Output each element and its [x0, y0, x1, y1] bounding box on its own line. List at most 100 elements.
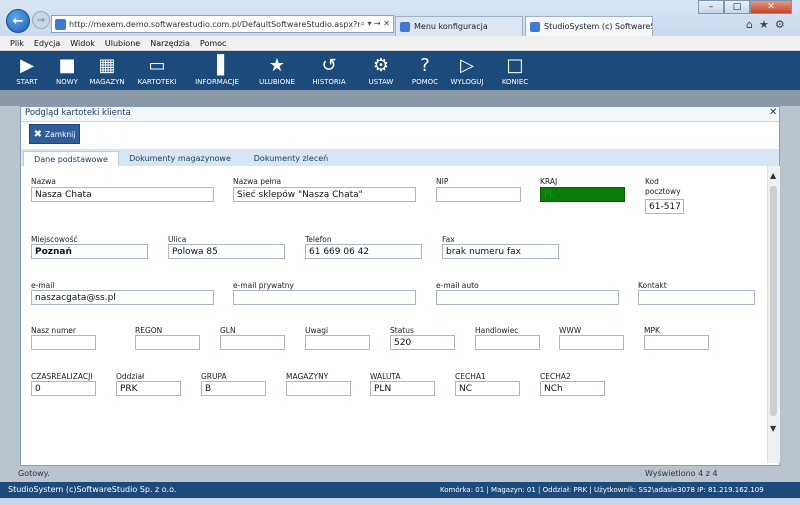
email-prywatny-field[interactable]: [233, 290, 416, 305]
close-icon: ✖: [33, 128, 43, 140]
logout-icon: ▷: [460, 55, 474, 76]
mpk-label: MPK: [644, 326, 660, 335]
toolbar-button-label: KARTOTEKI: [137, 78, 177, 86]
oddzial-field[interactable]: PRK: [116, 381, 181, 396]
toolbar-button-pomoc[interactable]: ? POMOC: [404, 51, 446, 86]
menu-bar: Plik Edycja Widok Ulubione Narzędzia Pom…: [0, 36, 800, 51]
nazwa-label: Nazwa: [31, 177, 56, 186]
toolbar-button-wyloguj[interactable]: ▷ WYLOGUJ: [446, 51, 488, 86]
toolbar-button-magazyn[interactable]: ▦ MAGAZYN: [86, 51, 128, 86]
ulica-label: Ulica: [168, 235, 187, 244]
window-controls: – □ ✕: [698, 0, 792, 16]
email-field[interactable]: naszacgata@ss.pl: [31, 290, 214, 305]
tab-dokumenty-magazynowe[interactable]: Dokumenty magazynowe: [123, 151, 237, 166]
toolbar-button-koniec[interactable]: □ KONIEC: [494, 51, 536, 86]
grupa-label: GRUPA: [201, 372, 227, 381]
toolbar-button-label: INFORMACJE: [195, 78, 239, 86]
telefon-field[interactable]: 61 669 06 42: [305, 244, 422, 259]
mpk-field[interactable]: [644, 335, 709, 350]
toolbar-button-label: POMOC: [411, 78, 439, 86]
miejscowosc-field[interactable]: Poznań: [31, 244, 148, 259]
cecha1-field[interactable]: NC: [455, 381, 520, 396]
toolbar-button-label: NOWY: [56, 78, 78, 86]
scroll-up-icon[interactable]: ▲: [770, 171, 776, 180]
handlowiec-field[interactable]: [475, 335, 540, 350]
nip-label: NIP: [436, 177, 449, 186]
www-field[interactable]: [559, 335, 624, 350]
menu-pomoc[interactable]: Pomoc: [200, 39, 227, 48]
toolbar-button-historia[interactable]: ↺ HISTORIA: [308, 51, 350, 86]
grupa-field[interactable]: B: [201, 381, 266, 396]
kraj-field[interactable]: PL: [540, 187, 625, 202]
close-button[interactable]: ✖ Zamknij: [29, 124, 80, 144]
toolbar-button-ustaw[interactable]: ⚙ USTAW: [360, 51, 402, 86]
ulica-field[interactable]: Polowa 85: [168, 244, 285, 259]
fax-field[interactable]: brak numeru fax: [442, 244, 559, 259]
status-field[interactable]: 520: [390, 335, 455, 350]
menu-narzedzia[interactable]: Narzędzia: [150, 39, 190, 48]
toolbar-button-start[interactable]: ▶ START: [6, 51, 48, 86]
maximize-icon[interactable]: □: [724, 0, 750, 14]
uwagi-field[interactable]: [305, 335, 370, 350]
dialog-tabs: Dane podstawowe Dokumenty magazynowe Dok…: [21, 149, 779, 167]
address-text: http://mexem.demo.softwarestudio.com.pl/…: [69, 19, 361, 29]
nazwa-field[interactable]: Nasza Chata: [31, 187, 214, 202]
dialog-header: Podgląd kartoteki klienta ✕: [21, 107, 779, 122]
scroll-thumb[interactable]: [770, 186, 777, 416]
nazwa-pelna-field[interactable]: Sieć sklepów "Nasza Chata": [233, 187, 416, 202]
toolbar-button-label: WYLOGUJ: [450, 78, 484, 86]
nip-field[interactable]: [436, 187, 521, 202]
address-controls[interactable]: ⌕ ▾ → ✕: [360, 19, 390, 29]
tab-label: Menu konfiguracja: [414, 22, 488, 31]
menu-widok[interactable]: Widok: [70, 39, 95, 48]
home-icon[interactable]: ⌂: [746, 18, 753, 31]
browser-tab-studiosystem[interactable]: StudioSystem (c) SoftwareS... ✕: [525, 16, 653, 36]
waluta-field[interactable]: PLN: [370, 381, 435, 396]
email-auto-label: e-mail auto: [436, 281, 479, 290]
star-icon[interactable]: ★: [759, 18, 769, 31]
tab-label: StudioSystem (c) SoftwareS...: [544, 22, 653, 31]
dialog-scrollbar[interactable]: ▲ ▼: [767, 166, 780, 463]
tab-dokumenty-zlecen[interactable]: Dokumenty zleceń: [243, 151, 339, 166]
regon-field[interactable]: [135, 335, 200, 350]
toolbar-button-label: KONIEC: [501, 78, 529, 86]
cecha2-label: CECHA2: [540, 372, 571, 381]
kod-label: Kod pocztowy: [645, 177, 681, 196]
background-page-left: [0, 106, 20, 466]
menu-ulubione[interactable]: Ulubione: [105, 39, 140, 48]
address-bar[interactable]: http://mexem.demo.softwarestudio.com.pl/…: [51, 15, 394, 33]
close-window-icon[interactable]: ✕: [750, 0, 792, 14]
gln-field[interactable]: [220, 335, 285, 350]
email-prywatny-label: e-mail prywatny: [233, 281, 294, 290]
kod-field[interactable]: 61-517: [645, 199, 684, 214]
scroll-down-icon[interactable]: ▼: [770, 424, 776, 433]
dialog-close-icon[interactable]: ✕: [769, 107, 777, 118]
kraj-label: KRAJ: [540, 177, 558, 186]
toolbar-button-ulubione[interactable]: ★ ULUBIONE: [256, 51, 298, 86]
gear-icon[interactable]: ⚙: [775, 18, 785, 31]
czasrealizacji-field[interactable]: 0: [31, 381, 96, 396]
toolbar-button-nowy[interactable]: ■ NOWY: [46, 51, 88, 86]
toolbar-button-informacje[interactable]: ▐ INFORMACJE: [195, 51, 239, 86]
warehouse-icon: ▦: [98, 55, 116, 76]
magazyny-field[interactable]: [286, 381, 351, 396]
menu-plik[interactable]: Plik: [10, 39, 24, 48]
history-icon: ↺: [321, 55, 337, 76]
back-icon[interactable]: ←: [6, 9, 30, 33]
tab-dane-podstawowe[interactable]: Dane podstawowe: [23, 151, 119, 166]
miejscowosc-label: Miejscowość: [31, 235, 78, 244]
forward-icon[interactable]: →: [32, 11, 50, 29]
nasz-numer-field[interactable]: [31, 335, 96, 350]
kontakt-field[interactable]: [638, 290, 755, 305]
toolbar-button-label: ULUBIONE: [259, 78, 295, 86]
menu-edycja[interactable]: Edycja: [34, 39, 60, 48]
email-auto-field[interactable]: [436, 290, 619, 305]
chart-icon: ▐: [210, 55, 224, 76]
waluta-label: WALUTA: [370, 372, 401, 381]
cecha2-field[interactable]: NCh: [540, 381, 605, 396]
browser-tab-menu[interactable]: Menu konfiguracja: [395, 16, 523, 36]
toolbar-button-kartoteki[interactable]: ▭ KARTOTEKI: [136, 51, 178, 86]
minimize-icon[interactable]: –: [698, 0, 724, 14]
fax-label: Fax: [442, 235, 455, 244]
toolbar-button-label: USTAW: [368, 78, 394, 86]
